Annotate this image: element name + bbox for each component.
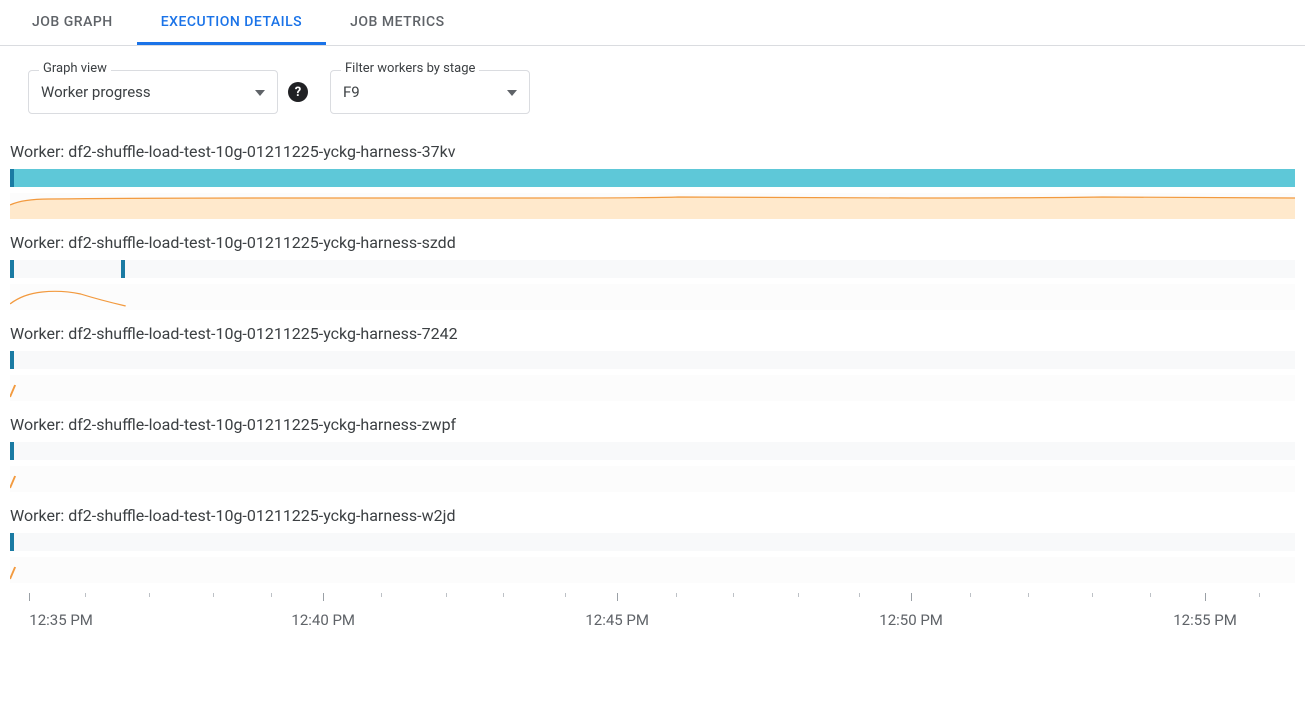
- progress-tick: [10, 533, 14, 551]
- graph-view-value: Worker progress: [41, 83, 151, 101]
- progress-bar[interactable]: [10, 169, 1295, 187]
- progress-tick: [121, 260, 125, 278]
- axis-minor-tick: [1092, 593, 1093, 597]
- progress-bar[interactable]: [10, 351, 1295, 369]
- sparkline: [10, 557, 1295, 583]
- axis-minor-tick: [859, 593, 860, 597]
- axis-major-tick: [323, 593, 324, 601]
- axis-minor-tick: [446, 593, 447, 597]
- axis-label: 12:35 PM: [29, 611, 93, 629]
- worker-title: Worker: df2-shuffle-load-test-10g-012112…: [10, 411, 1295, 442]
- axis-minor-tick: [213, 593, 214, 597]
- filter-stage-value: F9: [343, 83, 360, 101]
- axis-label: 12:45 PM: [585, 611, 649, 629]
- axis-minor-tick: [1028, 593, 1029, 597]
- worker-block: Worker: df2-shuffle-load-test-10g-012112…: [10, 411, 1295, 492]
- controls-row: Graph view Worker progress ? Filter work…: [0, 46, 1305, 128]
- axis-minor-tick: [381, 593, 382, 597]
- axis-major-tick: [911, 593, 912, 601]
- filter-stage-select[interactable]: Filter workers by stage F9: [330, 70, 530, 114]
- axis-minor-tick: [503, 593, 504, 597]
- axis-minor-tick: [733, 593, 734, 597]
- axis-ticks: [10, 593, 1295, 603]
- worker-block: Worker: df2-shuffle-load-test-10g-012112…: [10, 229, 1295, 310]
- sparkline: [10, 466, 1295, 492]
- axis-labels: 12:35 PM 12:40 PM 12:45 PM 12:50 PM 12:55 PM: [10, 611, 1295, 641]
- progress-bar[interactable]: [10, 533, 1295, 551]
- axis-label: 12:55 PM: [1173, 611, 1237, 629]
- progress-tick: [10, 442, 14, 460]
- axis-minor-tick: [85, 593, 86, 597]
- tab-job-metrics[interactable]: JOB METRICS: [326, 0, 468, 45]
- progress-fill: [10, 169, 1295, 187]
- tab-job-graph[interactable]: JOB GRAPH: [8, 0, 137, 45]
- progress-bar[interactable]: [10, 260, 1295, 278]
- worker-timeline: Worker: df2-shuffle-load-test-10g-012112…: [0, 138, 1305, 583]
- tab-execution-details[interactable]: EXECUTION DETAILS: [137, 0, 326, 45]
- graph-view-select[interactable]: Graph view Worker progress: [28, 70, 278, 114]
- worker-title: Worker: df2-shuffle-load-test-10g-012112…: [10, 320, 1295, 351]
- sparkline: [10, 193, 1295, 219]
- tabs: JOB GRAPH EXECUTION DETAILS JOB METRICS: [0, 0, 1305, 46]
- axis-major-tick: [1205, 593, 1206, 601]
- worker-title: Worker: df2-shuffle-load-test-10g-012112…: [10, 138, 1295, 169]
- chevron-down-icon: [507, 84, 517, 100]
- help-icon[interactable]: ?: [288, 82, 308, 102]
- graph-view-field-wrap: Graph view Worker progress ?: [28, 70, 308, 114]
- worker-title: Worker: df2-shuffle-load-test-10g-012112…: [10, 502, 1295, 533]
- time-axis: 12:35 PM 12:40 PM 12:45 PM 12:50 PM 12:55 PM: [10, 593, 1295, 649]
- sparkline: [10, 375, 1295, 401]
- progress-tick: [10, 351, 14, 369]
- axis-major-tick: [617, 593, 618, 601]
- progress-tick: [10, 169, 14, 187]
- axis-minor-tick: [970, 593, 971, 597]
- axis-label: 12:40 PM: [291, 611, 355, 629]
- graph-view-label: Graph view: [39, 61, 111, 76]
- axis-minor-tick: [149, 593, 150, 597]
- axis-minor-tick: [798, 593, 799, 597]
- worker-block: Worker: df2-shuffle-load-test-10g-012112…: [10, 320, 1295, 401]
- progress-tick: [10, 260, 14, 278]
- axis-minor-tick: [1150, 593, 1151, 597]
- chevron-down-icon: [255, 84, 265, 100]
- axis-label: 12:50 PM: [879, 611, 943, 629]
- progress-bar[interactable]: [10, 442, 1295, 460]
- axis-minor-tick: [1259, 593, 1260, 597]
- axis-minor-tick: [676, 593, 677, 597]
- sparkline: [10, 284, 1295, 310]
- axis-major-tick: [29, 593, 30, 601]
- worker-title: Worker: df2-shuffle-load-test-10g-012112…: [10, 229, 1295, 260]
- filter-stage-label: Filter workers by stage: [341, 61, 479, 76]
- worker-block: Worker: df2-shuffle-load-test-10g-012112…: [10, 502, 1295, 583]
- worker-block: Worker: df2-shuffle-load-test-10g-012112…: [10, 138, 1295, 219]
- axis-minor-tick: [565, 593, 566, 597]
- axis-minor-tick: [271, 593, 272, 597]
